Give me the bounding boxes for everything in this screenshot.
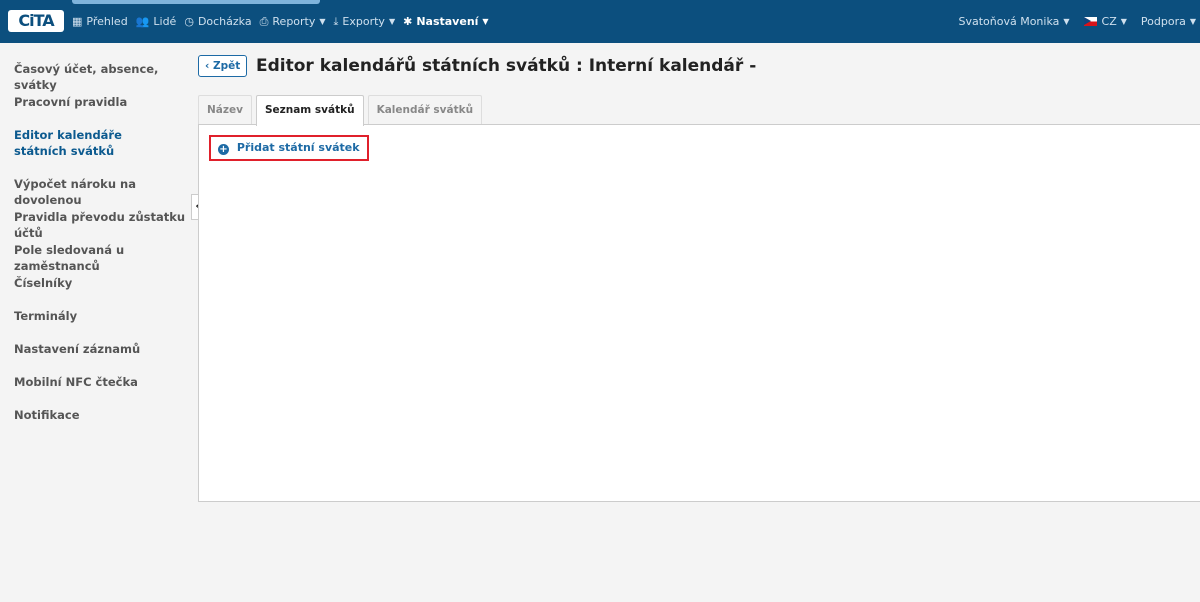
- chevron-down-icon: ▼: [319, 17, 326, 26]
- nav-item-lide[interactable]: 👥 Lidé: [136, 15, 177, 28]
- sidebar: Časový účet, absence, svátky Pracovní pr…: [0, 43, 196, 602]
- sidebar-item-mobilni-nfc[interactable]: Mobilní NFC čtečka: [14, 374, 192, 390]
- chevron-down-icon: ▼: [482, 17, 489, 26]
- top-navbar: CiTA ▦ Přehled 👥 Lidé ◷ Docházka ⎙ Repor…: [0, 0, 1200, 43]
- chevron-down-icon: ▼: [388, 17, 396, 26]
- nav-item-nastaveni[interactable]: ✱ Nastavení ▼: [403, 15, 488, 28]
- grid-icon: ▦: [72, 15, 83, 28]
- tab-nazev[interactable]: Název: [198, 95, 252, 125]
- nav-label: Nastavení: [416, 15, 479, 28]
- language-menu[interactable]: CZ ▼: [1083, 15, 1127, 28]
- nav-item-prehled[interactable]: ▦ Přehled: [72, 15, 128, 28]
- add-holiday-label: Přidat státní svátek: [236, 141, 360, 154]
- user-name: Svatoňová Monika: [958, 15, 1060, 28]
- people-icon: 👥: [135, 15, 150, 28]
- sidebar-item-editor-kalendare[interactable]: Editor kalendáře státních svátků: [14, 127, 174, 159]
- czech-flag-icon: [1083, 17, 1097, 26]
- nav-item-reporty[interactable]: ⎙ Reporty ▼: [260, 15, 326, 29]
- sidebar-item-nastaveni-zaznamu[interactable]: Nastavení záznamů: [14, 341, 192, 357]
- tab-bar: Název Seznam svátků Kalendář svátků: [198, 95, 486, 126]
- nav-label: Lidé: [153, 15, 177, 28]
- nav-item-exporty[interactable]: ⤓ Exporty ▼: [334, 15, 396, 29]
- sidebar-item-pracovni-pravidla[interactable]: Pracovní pravidla: [14, 94, 192, 110]
- back-button[interactable]: ‹ Zpět: [198, 55, 248, 77]
- chevron-down-icon: ▼: [1189, 17, 1196, 26]
- nav-label: Exporty: [342, 15, 385, 28]
- support-label: Podpora: [1140, 15, 1186, 28]
- language-label: CZ: [1101, 15, 1117, 28]
- user-nav: Svatoňová Monika ▼ CZ ▼ Podpora ▼: [944, 0, 1196, 43]
- sidebar-item-casovy-ucet[interactable]: Časový účet, absence, svátky: [14, 61, 192, 93]
- sidebar-item-terminaly[interactable]: Terminály: [14, 308, 192, 324]
- sidebar-item-vypocet-naroku[interactable]: Výpočet nároku na dovolenou: [14, 176, 192, 208]
- export-icon: ⤓: [333, 14, 339, 28]
- nav-label: Reporty: [272, 15, 316, 28]
- support-menu[interactable]: Podpora ▼: [1141, 15, 1196, 28]
- sidebar-item-pravidla-prevodu[interactable]: Pravidla převodu zůstatku účtů: [14, 209, 192, 241]
- nav-item-dochazka[interactable]: ◷ Docházka: [184, 15, 251, 28]
- tab-kalendar-svatku[interactable]: Kalendář svátků: [367, 95, 483, 125]
- chevron-left-icon: ‹: [205, 60, 210, 72]
- plus-circle-icon: +: [218, 144, 229, 155]
- chevron-down-icon: ▼: [1120, 17, 1127, 26]
- sidebar-item-pole-sledovana[interactable]: Pole sledovaná u zaměstnanců: [14, 242, 192, 274]
- printer-icon: ⎙: [259, 14, 269, 28]
- add-holiday-button[interactable]: + Přidat státní svátek: [209, 135, 369, 161]
- chevron-down-icon: ▼: [1063, 17, 1070, 26]
- page-title: Editor kalendářů státních svátků : Inter…: [256, 56, 757, 76]
- tab-content-panel: [198, 124, 1200, 502]
- app-logo[interactable]: CiTA: [8, 10, 64, 32]
- back-label: Zpět: [212, 60, 241, 72]
- sidebar-item-ciselniky[interactable]: Číselníky: [14, 275, 192, 291]
- user-menu[interactable]: Svatoňová Monika ▼: [958, 15, 1069, 28]
- clock-icon: ◷: [184, 15, 194, 28]
- sidebar-item-notifikace[interactable]: Notifikace: [14, 407, 192, 423]
- nav-label: Docházka: [197, 15, 252, 28]
- gear-icon: ✱: [403, 15, 413, 28]
- tab-seznam-svatku[interactable]: Seznam svátků: [255, 95, 364, 126]
- nav-label: Přehled: [86, 15, 128, 28]
- main-nav: ▦ Přehled 👥 Lidé ◷ Docházka ⎙ Reporty ▼ …: [72, 0, 497, 43]
